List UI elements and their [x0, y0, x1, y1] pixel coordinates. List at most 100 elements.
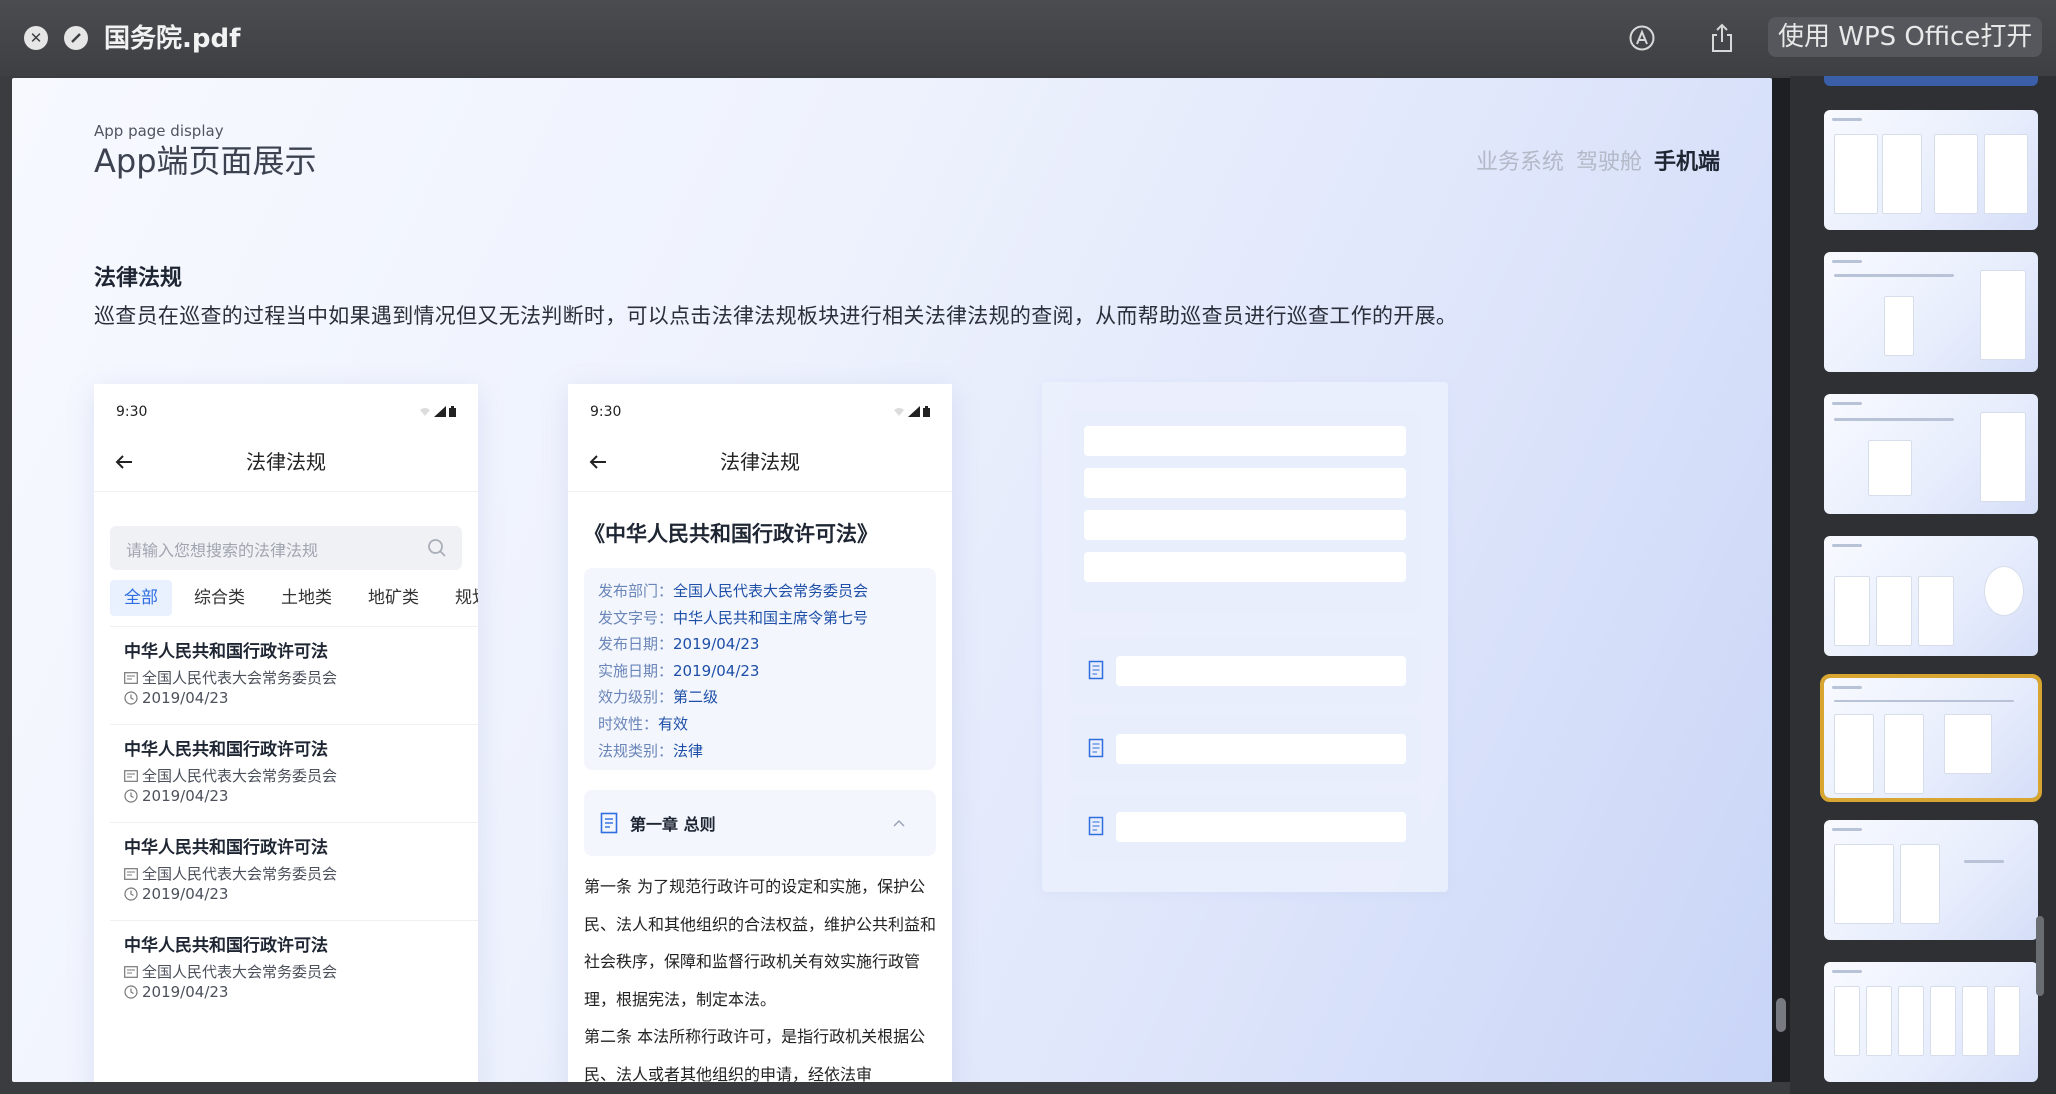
share-icon[interactable]	[1706, 22, 1738, 54]
wireframe-field	[1084, 468, 1406, 498]
thumbnail-sidebar	[1790, 76, 2056, 1094]
search-input[interactable]: 请输入您想搜索的法律法规	[110, 526, 462, 570]
thumbnail-partial	[1824, 76, 2038, 86]
list-item[interactable]: 中华人民共和国行政许可法 全国人民代表大会常务委员会 2019/04/23	[110, 822, 478, 920]
category-tab-general[interactable]: 综合类	[180, 580, 259, 616]
article-2: 第二条 本法所称行政许可，是指行政机关根据公民、法人或者其他组织的申请，经依法审	[584, 1027, 926, 1082]
section-description: 巡查员在巡查的过程当中如果遇到情况但又无法判断时，可以点击法律法规板块进行相关法…	[94, 304, 1458, 328]
tab-business-system: 业务系统	[1475, 150, 1564, 175]
meta-row: 发布日期：2019/04/23	[598, 635, 760, 654]
section-title: 法律法规	[94, 266, 183, 291]
phone-title: 法律法规	[720, 450, 800, 474]
category-tab-all[interactable]: 全部	[110, 580, 172, 616]
pdf-page: App page display App端页面展示 业务系统 驾驶舱 手机端 法…	[12, 78, 1772, 1082]
wireframe-field	[1116, 812, 1406, 842]
chapter-header[interactable]: 第一章 总则	[584, 790, 936, 856]
wireframe-field	[1116, 734, 1406, 764]
wireframe-doc-row	[1070, 638, 1420, 704]
signal-icon	[908, 406, 920, 417]
list-item[interactable]: 中华人民共和国行政许可法 全国人民代表大会常务委员会 2019/04/23	[110, 920, 478, 1018]
tab-mobile: 手机端	[1653, 150, 1720, 175]
phone-title: 法律法规	[246, 450, 326, 474]
page-thumbnail[interactable]	[1824, 962, 2038, 1082]
battery-icon	[449, 406, 456, 417]
wireframe-field	[1084, 510, 1406, 540]
meta-row: 时效性：有效	[598, 714, 689, 733]
phone-header: 法律法规	[94, 442, 478, 492]
clock-icon	[124, 985, 138, 999]
law-date: 2019/04/23	[142, 689, 229, 707]
clock-icon	[124, 887, 138, 901]
category-tab-planning[interactable]: 规划类	[441, 580, 478, 616]
document-icon	[1088, 660, 1104, 680]
category-tab-land[interactable]: 土地类	[267, 580, 346, 616]
status-icons	[419, 406, 456, 417]
phone-header: 法律法规	[568, 442, 952, 492]
law-meta-box: 发布部门：全国人民代表大会常务委员会 发文字号：中华人民共和国主席令第七号 发布…	[584, 568, 936, 770]
document-icon	[600, 812, 618, 834]
markup-icon[interactable]	[1626, 22, 1658, 54]
page-thumbnail[interactable]	[1824, 536, 2038, 656]
department-icon	[124, 867, 138, 880]
open-with-wps-button[interactable]: 使用 WPS Office打开	[1768, 17, 2043, 57]
scrollbar-thumb[interactable]	[1776, 998, 1786, 1032]
wireframe-field	[1084, 552, 1406, 582]
status-icons	[893, 406, 930, 417]
meta-row: 法规类别：法律	[598, 741, 704, 760]
meta-row: 发布部门：全国人民代表大会常务委员会	[598, 582, 869, 600]
category-tabs: 全部 综合类 土地类 地矿类 规划类	[110, 580, 478, 620]
search-icon[interactable]	[426, 537, 448, 559]
list-item[interactable]: 中华人民共和国行政许可法 全国人民代表大会常务委员会 2019/04/23	[110, 626, 478, 724]
close-icon[interactable]: ✕	[24, 26, 48, 50]
wireframe-field	[1116, 656, 1406, 686]
wifi-icon	[894, 408, 904, 416]
wireframe-form-card	[1070, 412, 1420, 612]
search-placeholder: 请输入您想搜索的法律法规	[126, 541, 319, 560]
law-title: 中华人民共和国行政许可法	[124, 740, 328, 760]
department-icon	[124, 965, 138, 978]
clock-icon	[124, 789, 138, 803]
sidebar-scrollbar[interactable]	[2036, 916, 2044, 996]
nav-tabs: 业务系统 驾驶舱 手机端	[1476, 144, 1720, 176]
wireframe-panel	[1042, 382, 1448, 892]
title-bar: ✕ 国务院.pdf 使用 WPS Office打开	[0, 0, 2056, 76]
law-department: 全国人民代表大会常务委员会	[142, 865, 338, 883]
meta-row: 发文字号：中华人民共和国主席令第七号	[598, 608, 869, 627]
status-time: 9:30	[590, 404, 622, 420]
law-title: 中华人民共和国行政许可法	[124, 642, 328, 662]
article-1: 第一条 为了规范行政许可的设定和实施，保护公民、法人和其他组织的合法权益，维护公…	[584, 877, 937, 1009]
page-thumbnail-selected[interactable]	[1820, 674, 2042, 802]
law-department: 全国人民代表大会常务委员会	[142, 669, 338, 687]
law-department: 全国人民代表大会常务委员会	[142, 767, 338, 785]
tab-cockpit: 驾驶舱	[1575, 150, 1642, 175]
chapter-label: 第一章 总则	[630, 815, 716, 834]
law-date: 2019/04/23	[142, 885, 229, 903]
page-thumbnail[interactable]	[1824, 820, 2038, 940]
page-thumbnail[interactable]	[1824, 394, 2038, 514]
minimize-icon[interactable]	[64, 26, 88, 50]
chevron-up-icon[interactable]	[892, 816, 906, 830]
law-detail-title: 《中华人民共和国行政许可法》	[584, 522, 878, 546]
meta-row: 实施日期：2019/04/23	[598, 661, 760, 680]
law-date: 2019/04/23	[142, 983, 229, 1001]
law-list: 中华人民共和国行政许可法 全国人民代表大会常务委员会 2019/04/23 中华…	[94, 626, 478, 1018]
status-time: 9:30	[116, 404, 148, 420]
page-scrollbar[interactable]	[1772, 78, 1790, 1082]
department-icon	[124, 671, 138, 684]
page-title: App端页面展示	[94, 142, 317, 180]
phone-law-detail: 9:30 法律法规 《中华人民共和国行政许可法》 发布部门：全国人民代表大会常务…	[568, 384, 952, 1082]
list-item[interactable]: 中华人民共和国行政许可法 全国人民代表大会常务委员会 2019/04/23	[110, 724, 478, 822]
battery-icon	[923, 406, 930, 417]
window-title: 国务院.pdf	[104, 24, 241, 54]
wireframe-doc-row	[1070, 794, 1420, 860]
wifi-icon	[420, 408, 430, 416]
page-thumbnail[interactable]	[1824, 252, 2038, 372]
category-tab-mineral[interactable]: 地矿类	[354, 580, 433, 616]
meta-row: 效力级别：第二级	[598, 688, 719, 707]
law-date: 2019/04/23	[142, 787, 229, 805]
department-icon	[124, 769, 138, 782]
law-title: 中华人民共和国行政许可法	[124, 838, 328, 858]
page-thumbnail[interactable]	[1824, 110, 2038, 230]
clock-icon	[124, 691, 138, 705]
document-icon	[1088, 816, 1104, 836]
